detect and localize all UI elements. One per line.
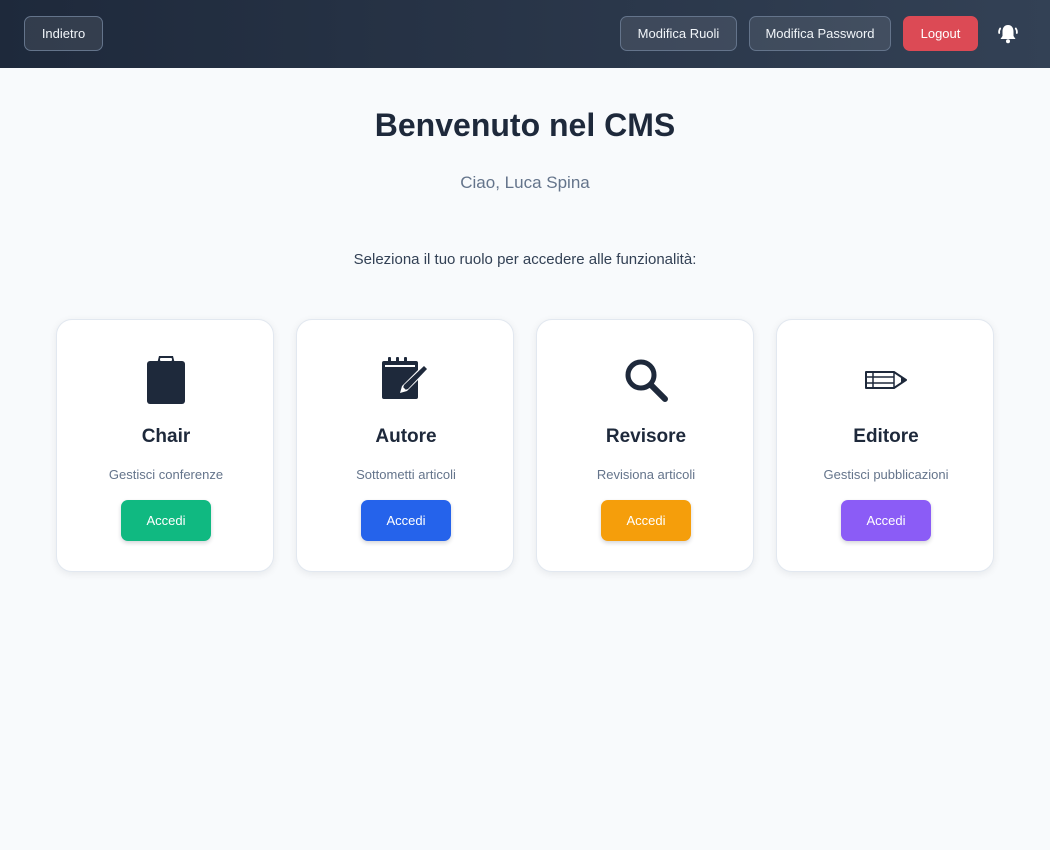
role-description: Revisiona articoli [596,467,696,482]
bell-icon[interactable] [996,22,1020,46]
magnifier-icon [537,352,755,408]
role-instruction: Seleziona il tuo ruolo per accedere alle… [353,251,697,268]
role-title: Chair [141,426,191,447]
role-title: Editore [853,426,919,447]
role-title: Autore [375,426,437,447]
role-card-editore: Editore Gestisci pubblicazioni Accedi [776,319,994,572]
page-title: Benvenuto nel CMS [374,107,676,143]
user-greeting: Ciao, Luca Spina [460,173,590,192]
logout-button[interactable]: Logout [903,16,978,51]
notepad-pencil-icon [297,352,515,408]
top-navbar: Indietro Modifica Ruoli Modifica Passwor… [0,0,1050,68]
role-description: Gestisci conferenze [108,467,224,482]
editore-access-button[interactable]: Accedi [841,500,931,541]
edit-password-button[interactable]: Modifica Password [749,16,891,51]
role-title: Revisore [605,426,687,447]
role-card-autore: Autore Sottometti articoli Accedi [296,319,514,572]
edit-roles-button[interactable]: Modifica Ruoli [620,16,737,51]
chair-access-button[interactable]: Accedi [121,500,211,541]
clipboard-icon [57,352,275,408]
autore-access-button[interactable]: Accedi [361,500,451,541]
role-description: Gestisci pubblicazioni [823,467,949,482]
revisore-access-button[interactable]: Accedi [601,500,691,541]
role-card-chair: Chair Gestisci conferenze Accedi [56,319,274,572]
back-button[interactable]: Indietro [24,16,103,51]
role-card-revisore: Revisore Revisiona articoli Accedi [536,319,754,572]
pencil-icon [777,352,995,408]
role-description: Sottometti articoli [356,467,456,482]
